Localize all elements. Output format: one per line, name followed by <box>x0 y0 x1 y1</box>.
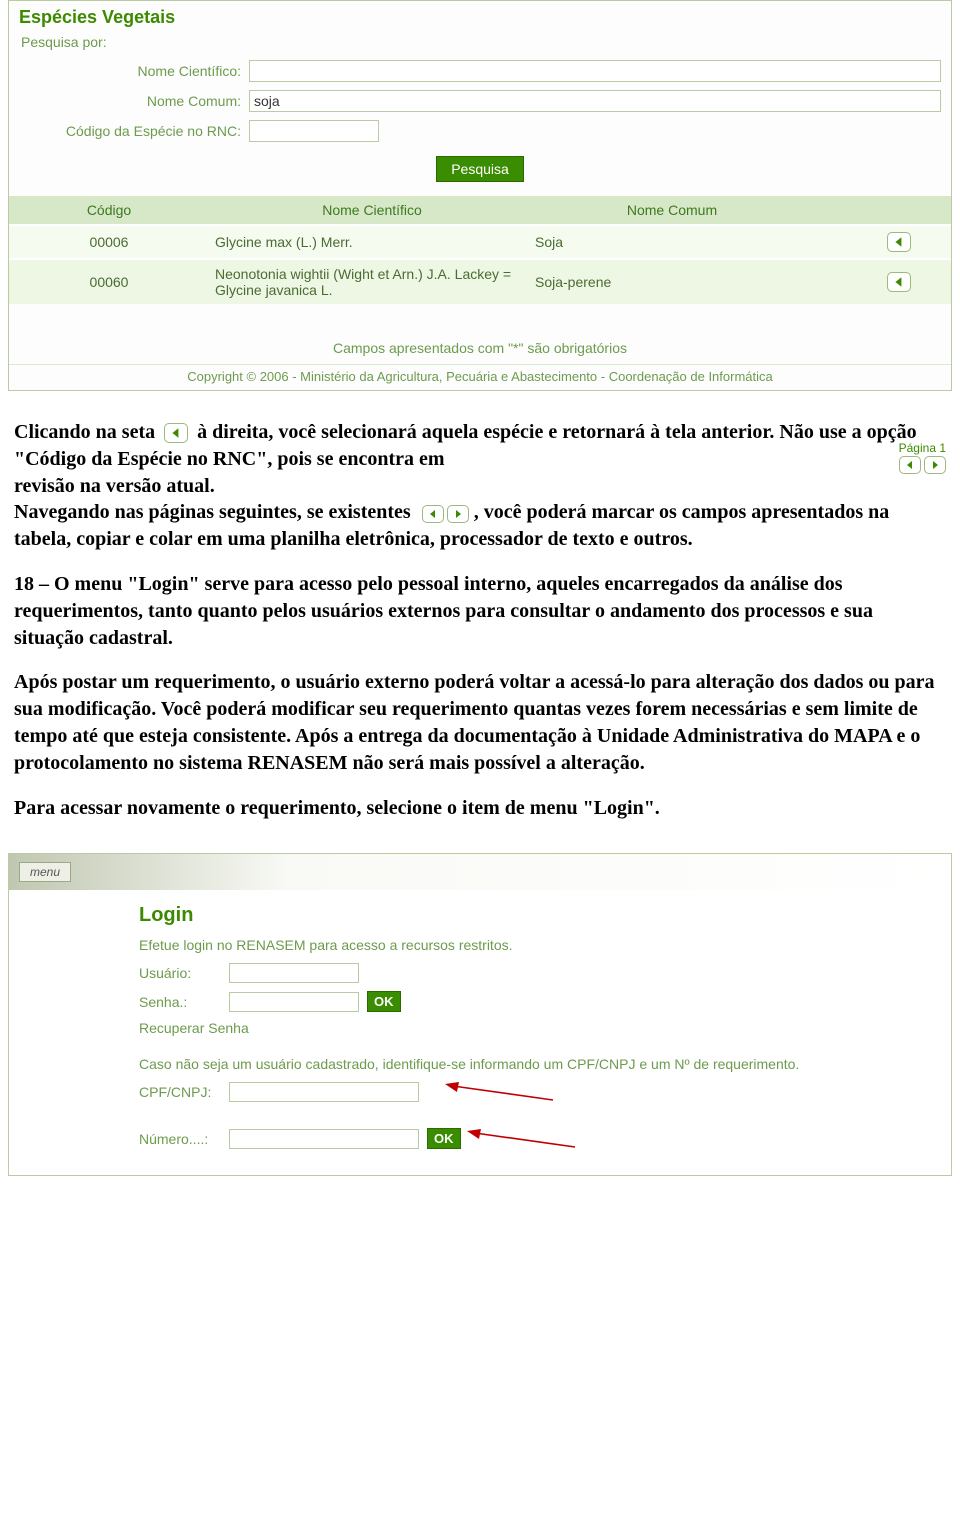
species-search-panel: Espécies Vegetais Pesquisa por: Nome Cie… <box>8 0 952 391</box>
password-label: Senha.: <box>139 994 229 1010</box>
table-row: 00060 Neonotonia wightii (Wight et Arn.)… <box>9 258 951 304</box>
pager-prev-button[interactable] <box>422 505 444 523</box>
login-ok-button[interactable]: OK <box>367 991 401 1012</box>
number-label: Número....: <box>139 1131 229 1147</box>
select-row-button[interactable] <box>887 232 911 252</box>
user-label: Usuário: <box>139 965 229 981</box>
cpf-row: CPF/CNPJ: <box>139 1082 951 1102</box>
arrow-left-icon <box>428 509 438 519</box>
pager-next-button[interactable] <box>924 456 946 474</box>
code-label: Código da Espécie no RNC: <box>19 123 249 139</box>
login-title: Login <box>139 904 951 927</box>
arrow-right-icon <box>453 509 463 519</box>
p4: Após postar um requerimento, o usuário e… <box>14 669 946 776</box>
pager-prev-button[interactable] <box>899 456 921 474</box>
scientific-name-row: Nome Científico: <box>19 56 941 86</box>
cell-common: Soja-perene <box>529 274 809 290</box>
number-ok-button[interactable]: OK <box>427 1128 461 1149</box>
select-row-button[interactable] <box>887 272 911 292</box>
results-table: Código Nome Científico Nome Comum 00006 … <box>9 196 951 304</box>
search-by-label: Pesquisa por: <box>9 30 951 52</box>
cell-code: 00006 <box>9 234 209 250</box>
header-common: Nome Comum <box>529 202 809 218</box>
login-subtitle: Efetue login no RENASEM para acesso a re… <box>139 937 951 953</box>
password-row: Senha.: OK <box>139 991 951 1012</box>
arrow-left-icon <box>905 460 915 470</box>
copyright-text: Copyright © 2006 - Ministério da Agricul… <box>9 364 951 390</box>
user-row: Usuário: <box>139 963 951 983</box>
header-code: Código <box>9 202 209 218</box>
login-header: menu <box>9 854 951 890</box>
annotation-arrow-icon <box>467 1129 577 1149</box>
p1a: Clicando na seta <box>14 421 155 443</box>
arrow-right-icon <box>930 460 940 470</box>
inline-select-icon <box>164 423 188 443</box>
code-row: Código da Espécie no RNC: <box>19 116 941 146</box>
menu-button[interactable]: menu <box>19 862 71 882</box>
common-name-input[interactable] <box>249 90 941 112</box>
scientific-name-input[interactable] <box>249 60 941 82</box>
cell-code: 00060 <box>9 274 209 290</box>
arrow-left-icon <box>170 427 182 439</box>
search-button[interactable]: Pesquisa <box>436 156 524 182</box>
cell-common: Soja <box>529 234 809 250</box>
annotation-arrow-icon <box>445 1082 555 1102</box>
recover-password-link[interactable]: Recuperar Senha <box>139 1020 951 1036</box>
pager-next-button[interactable] <box>447 505 469 523</box>
cpf-input[interactable] <box>229 1082 419 1102</box>
mandatory-note: Campos apresentados com "*" são obrigató… <box>9 304 951 364</box>
common-name-label: Nome Comum: <box>19 93 249 109</box>
common-name-row: Nome Comum: <box>19 86 941 116</box>
password-input[interactable] <box>229 992 359 1012</box>
table-row: 00006 Glycine max (L.) Merr. Soja <box>9 224 951 258</box>
pager-inline: Página 1 <box>899 440 946 474</box>
cell-scientific: Neonotonia wightii (Wight et Arn.) J.A. … <box>209 266 529 298</box>
number-row: Número....: OK <box>139 1128 951 1149</box>
panel-title: Espécies Vegetais <box>9 1 951 30</box>
cell-scientific: Glycine max (L.) Merr. <box>209 234 529 250</box>
instruction-text: Clicando na seta à direita, você selecio… <box>8 405 952 853</box>
number-input[interactable] <box>229 1129 419 1149</box>
p3: 18 – O menu "Login" serve para acesso pe… <box>14 571 946 651</box>
code-input[interactable] <box>249 120 379 142</box>
table-header: Código Nome Científico Nome Comum <box>9 196 951 224</box>
pager-label: Página 1 <box>899 440 946 456</box>
p2a: Navegando nas páginas seguintes, se exis… <box>14 501 411 523</box>
scientific-name-label: Nome Científico: <box>19 63 249 79</box>
user-input[interactable] <box>229 963 359 983</box>
p1c: revisão na versão atual. <box>14 475 215 497</box>
login-subtitle-2: Caso não seja um usuário cadastrado, ide… <box>139 1056 951 1072</box>
p5: Para acessar novamente o requerimento, s… <box>14 795 946 822</box>
arrow-left-icon <box>893 276 905 288</box>
login-panel: menu Login Efetue login no RENASEM para … <box>8 853 952 1176</box>
arrow-left-icon <box>893 236 905 248</box>
header-scientific: Nome Científico <box>209 202 529 218</box>
cpf-label: CPF/CNPJ: <box>139 1084 229 1100</box>
